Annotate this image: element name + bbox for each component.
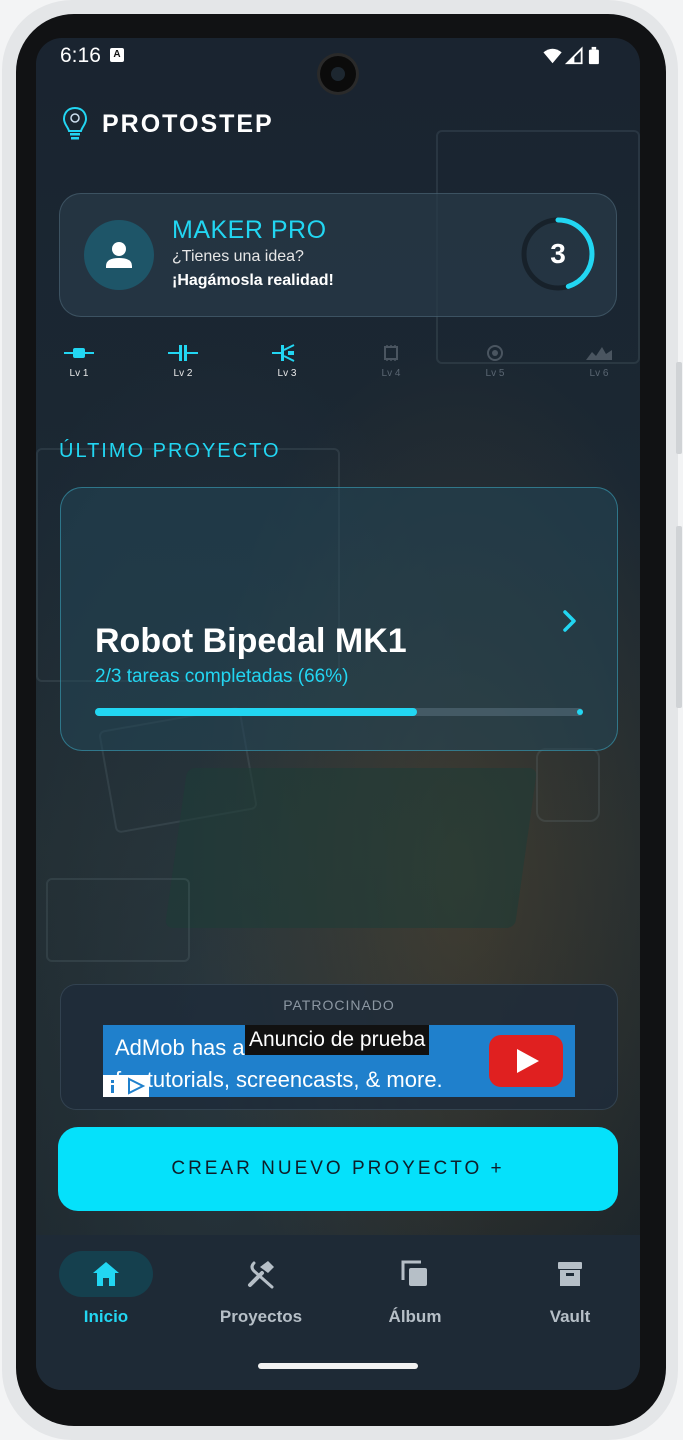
ad-label: PATROCINADO	[283, 997, 395, 1013]
rank-title: MAKER PRO	[172, 216, 327, 244]
home-icon	[93, 1262, 119, 1286]
volume-button	[676, 362, 682, 454]
profile-card[interactable]: MAKER PRO ¿Tienes una idea? ¡Hagámosla r…	[59, 193, 617, 317]
chevron-right-icon[interactable]	[561, 608, 579, 634]
nav-item-album[interactable]: Álbum	[355, 1251, 475, 1327]
ad-banner[interactable]: AdMob has a for tutorials, screencasts, …	[103, 1025, 575, 1097]
level-badge-5[interactable]: Lv 5	[465, 344, 525, 379]
level-label: Lv 6	[589, 368, 609, 379]
nav-indicator	[523, 1251, 617, 1297]
last-project-card[interactable]: Robot Bipedal MK1 2/3 tareas completadas…	[60, 487, 618, 751]
nav-label: Vault	[549, 1307, 591, 1326]
tools-icon	[248, 1261, 274, 1289]
project-name: Robot Bipedal MK1	[95, 622, 407, 660]
signal-icon	[564, 46, 583, 65]
wifi-icon	[543, 48, 562, 64]
capacitor-icon	[168, 345, 198, 361]
nav-item-proyectos[interactable]: Proyectos	[201, 1251, 321, 1327]
progress-end-dot	[577, 709, 583, 715]
section-title: ÚLTIMO PROYECTO	[59, 440, 281, 462]
create-project-button[interactable]: CREAR NUEVO PROYECTO +	[58, 1127, 618, 1211]
ad-test-label: Anuncio de prueba	[245, 1025, 430, 1055]
level-badge-2[interactable]: Lv 2	[153, 344, 213, 379]
transistor-icon	[272, 344, 295, 362]
app-screen: 6:16 A PROTOSTEP MAKER PRO ¿Tienes una i…	[36, 38, 640, 1390]
level-label: Lv 4	[381, 368, 401, 379]
nav-label: Álbum	[388, 1307, 442, 1326]
nav-label: Proyectos	[219, 1307, 303, 1326]
notification-badge: A	[110, 48, 124, 62]
level-badge-1[interactable]: Lv 1	[49, 344, 109, 379]
processor-icon	[487, 345, 503, 361]
nav-item-inicio[interactable]: Inicio	[46, 1251, 166, 1327]
level-label: Lv 2	[173, 368, 193, 379]
project-progress-bar	[95, 708, 583, 716]
chip-icon	[384, 345, 398, 361]
level-badge-3[interactable]: Lv 3	[257, 344, 317, 379]
ad-card: PATROCINADO AdMob has a for tutorials, s…	[60, 984, 618, 1110]
nav-label: Inicio	[83, 1307, 129, 1326]
youtube-play-icon	[489, 1035, 563, 1087]
signal-wave-icon	[586, 347, 612, 360]
adchoices-icon[interactable]	[103, 1075, 149, 1097]
user-icon	[106, 242, 132, 268]
level-track: Lv 1 Lv 2 Lv 3 Lv 4 Lv 5 Lv 6	[36, 338, 640, 398]
status-icons	[543, 46, 599, 65]
album-icon	[401, 1260, 427, 1286]
ad-text-line2: for tutorials, screencasts, & more.	[115, 1067, 443, 1092]
progress-fill	[95, 708, 418, 716]
avatar[interactable]	[84, 220, 154, 290]
project-progress-text: 2/3 tareas completadas (66%)	[95, 666, 349, 687]
nav-item-vault[interactable]: Vault	[510, 1251, 630, 1327]
clock: 6:16	[60, 44, 101, 67]
status-bar: 6:16 A	[36, 38, 640, 92]
app-brand: PROTOSTEP	[102, 109, 274, 138]
battery-icon	[588, 46, 599, 65]
app-header: PROTOSTEP	[62, 104, 274, 144]
ad-text-line1: AdMob has a	[115, 1035, 245, 1060]
nav-indicator	[59, 1251, 153, 1297]
gesture-home-bar[interactable]	[258, 1363, 418, 1369]
resistor-icon	[64, 348, 94, 358]
level-badge-6[interactable]: Lv 6	[569, 344, 629, 379]
level-label: Lv 1	[69, 368, 89, 379]
level-badge-4[interactable]: Lv 4	[361, 344, 421, 379]
rank-tagline: ¡Hagámosla realidad!	[172, 272, 334, 289]
bottom-navigation: Inicio Proyectos Álbum Vault	[36, 1235, 640, 1390]
level-label: Lv 3	[277, 368, 297, 379]
level-label: Lv 5	[485, 368, 505, 379]
archive-icon	[558, 1262, 582, 1286]
nav-indicator	[368, 1251, 462, 1297]
rank-subtitle: ¿Tienes una idea?	[172, 248, 304, 265]
lightbulb-icon	[62, 106, 88, 140]
nav-indicator	[214, 1251, 308, 1297]
front-camera	[320, 56, 356, 92]
power-button	[676, 526, 682, 708]
level-number: 3	[550, 238, 566, 269]
